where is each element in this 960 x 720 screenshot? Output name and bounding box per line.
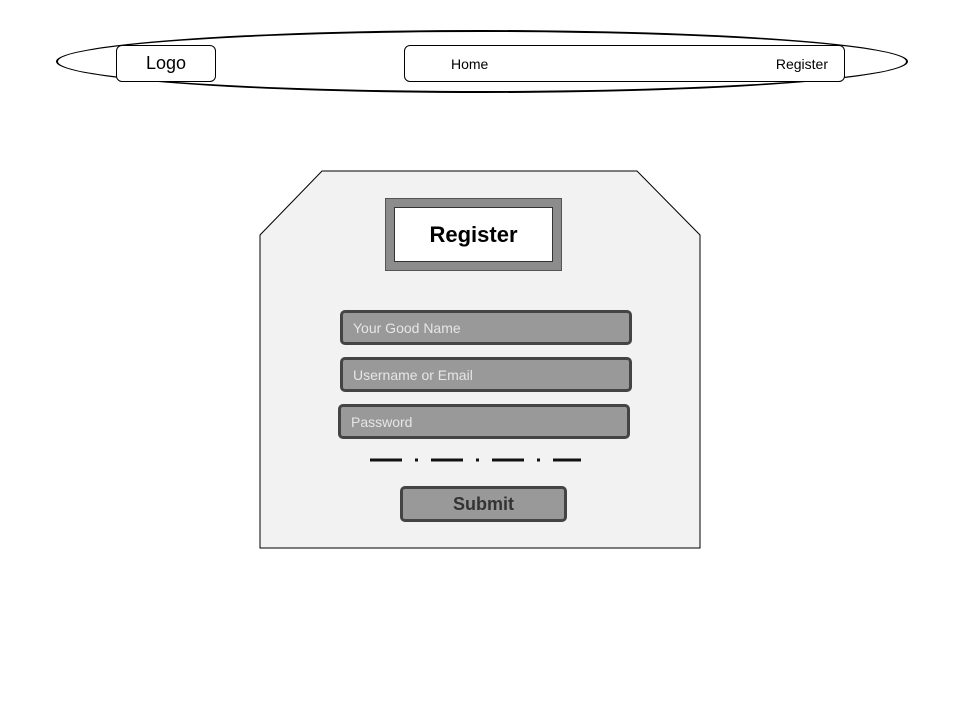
submit-button[interactable]: Submit <box>400 486 567 522</box>
name-input[interactable] <box>340 310 632 345</box>
form-divider <box>370 458 581 462</box>
username-email-input[interactable] <box>340 357 632 392</box>
form-title-text: Register <box>429 221 518 247</box>
password-input[interactable] <box>338 404 630 439</box>
form-title: Register <box>394 207 553 262</box>
